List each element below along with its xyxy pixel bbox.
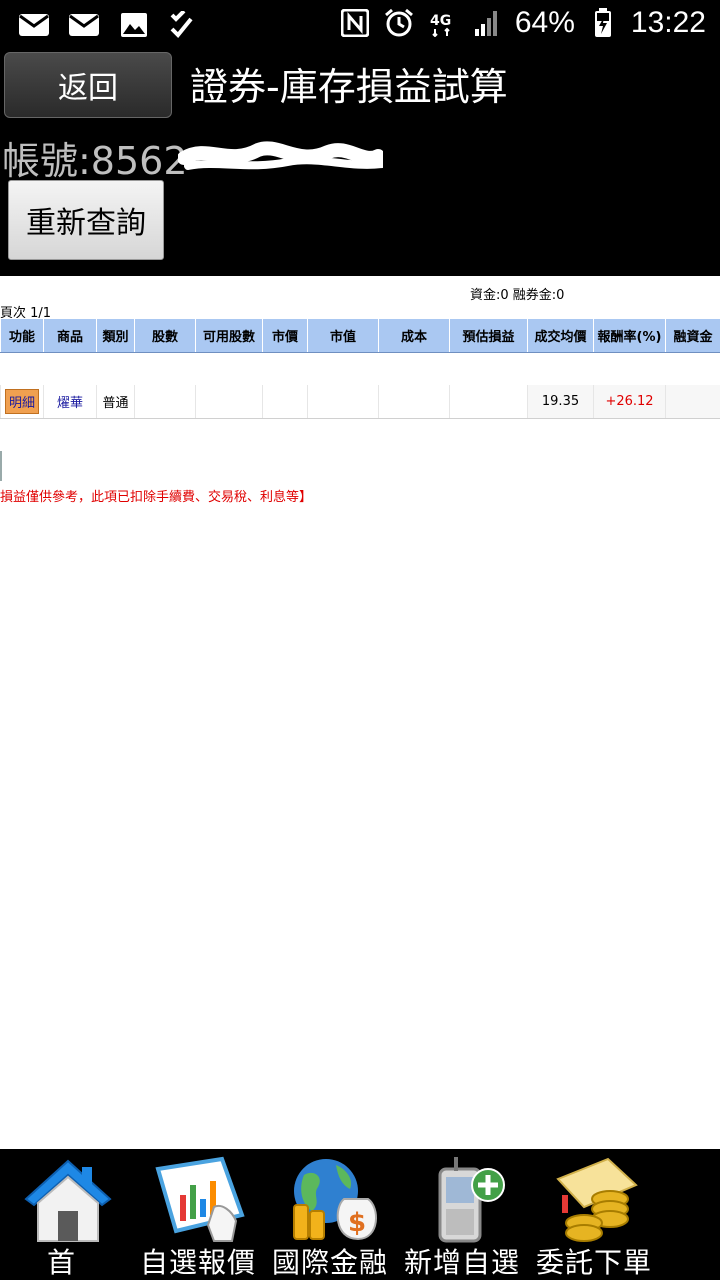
detail-button[interactable]: 明細 [4, 388, 39, 414]
col-header-shares: 股數 [134, 318, 196, 353]
alarm-icon [383, 8, 415, 38]
chart-quote-icon [155, 1156, 245, 1242]
nav-home-label: 首頁 [46, 1246, 107, 1279]
table-spacer-row [1, 353, 720, 385]
back-button[interactable]: 返回 [4, 52, 172, 118]
image-icon [118, 10, 150, 40]
redaction-scribble [178, 141, 383, 170]
svg-text:$: $ [348, 1208, 366, 1238]
nav-home[interactable]: 首頁 [0, 1149, 132, 1280]
holdings-content: 資金:0 融券金:0 頁次 1/1 功能 商品 類別 股數 可用股數 市價 市值… [0, 276, 720, 1149]
col-header-avg-price: 成交均價 [527, 318, 594, 353]
cell-market-price [262, 384, 308, 419]
mail-icon [18, 10, 50, 40]
phone-add-icon [438, 1157, 505, 1243]
nav-place-order-label: 委託下單 [535, 1246, 652, 1279]
cell-est-pnl [449, 384, 528, 419]
col-header-margin: 融資金 [665, 318, 720, 353]
nav-add-watchlist[interactable]: 新增自選 [396, 1149, 528, 1280]
cell-action: 明細 [0, 384, 44, 419]
col-header-product: 商品 [43, 318, 97, 353]
cell-market-value [307, 384, 379, 419]
nav-watchlist-quotes[interactable]: 自選報價 [132, 1149, 264, 1280]
table-header-row: 功能 商品 類別 股數 可用股數 市價 市值 成本 預估損益 成交均價 報酬率(… [0, 318, 720, 353]
cell-margin [665, 384, 720, 419]
col-header-market-value: 市值 [307, 318, 379, 353]
col-header-cost: 成本 [378, 318, 450, 353]
cell-return-pct: +26.12 [593, 384, 666, 419]
col-header-market-price: 市價 [262, 318, 308, 353]
nfc-icon [339, 8, 371, 38]
status-bar: 4G 64% 13:22 [0, 0, 720, 50]
table-row: 明細 燿華 普通 19.35 +26.12 [0, 384, 720, 419]
home-icon [24, 1159, 112, 1242]
product-link[interactable]: 燿華 [57, 396, 83, 411]
bottom-nav: 首頁 自選報價 $ 國際金融 [0, 1149, 720, 1280]
cell-product: 燿華 [43, 384, 97, 419]
clock: 13:22 [630, 6, 706, 39]
cell-cost [378, 384, 450, 419]
requery-button[interactable]: 重新查詢 [8, 180, 164, 260]
coins-order-icon [556, 1157, 638, 1242]
col-header-category: 類別 [96, 318, 135, 353]
col-header-est-pnl: 預估損益 [449, 318, 528, 353]
col-header-available-shares: 可用股數 [195, 318, 263, 353]
nav-international-finance-label: 國際金融 [271, 1246, 388, 1279]
header: 返回 證券-庫存損益試算 帳號:8562 重新查詢 [0, 50, 720, 276]
checklist-icon [168, 10, 200, 40]
nav-watchlist-quotes-label: 自選報價 [139, 1246, 256, 1279]
disclaimer-text: 損益僅供參考，此項已扣除手續費、交易稅、利息等】 [0, 490, 313, 505]
globe-money-icon: $ [293, 1159, 378, 1241]
svg-text:4G: 4G [430, 13, 451, 29]
4g-icon: 4G [427, 8, 459, 38]
holdings-table: 功能 商品 類別 股數 可用股數 市價 市值 成本 預估損益 成交均價 報酬率(… [0, 318, 720, 419]
mail-icon [68, 10, 100, 40]
nav-place-order[interactable]: 委託下單 [528, 1149, 660, 1280]
cell-category: 普通 [96, 384, 135, 419]
signal-icon [471, 8, 503, 38]
col-header-action: 功能 [0, 318, 44, 353]
battery-icon [587, 8, 619, 38]
account-number: 帳號:8562 [2, 139, 188, 183]
divider [0, 451, 2, 481]
cell-available-shares [195, 384, 263, 419]
page-title: 證券-庫存損益試算 [190, 65, 508, 109]
cell-avg-price: 19.35 [527, 384, 594, 419]
nav-international-finance[interactable]: $ 國際金融 [264, 1149, 396, 1280]
balance-summary: 資金:0 融券金:0 [470, 288, 565, 303]
cell-shares [134, 384, 196, 419]
nav-add-watchlist-label: 新增自選 [403, 1246, 520, 1279]
col-header-return-pct: 報酬率(%) [593, 318, 666, 353]
battery-percent: 64% [514, 6, 575, 39]
